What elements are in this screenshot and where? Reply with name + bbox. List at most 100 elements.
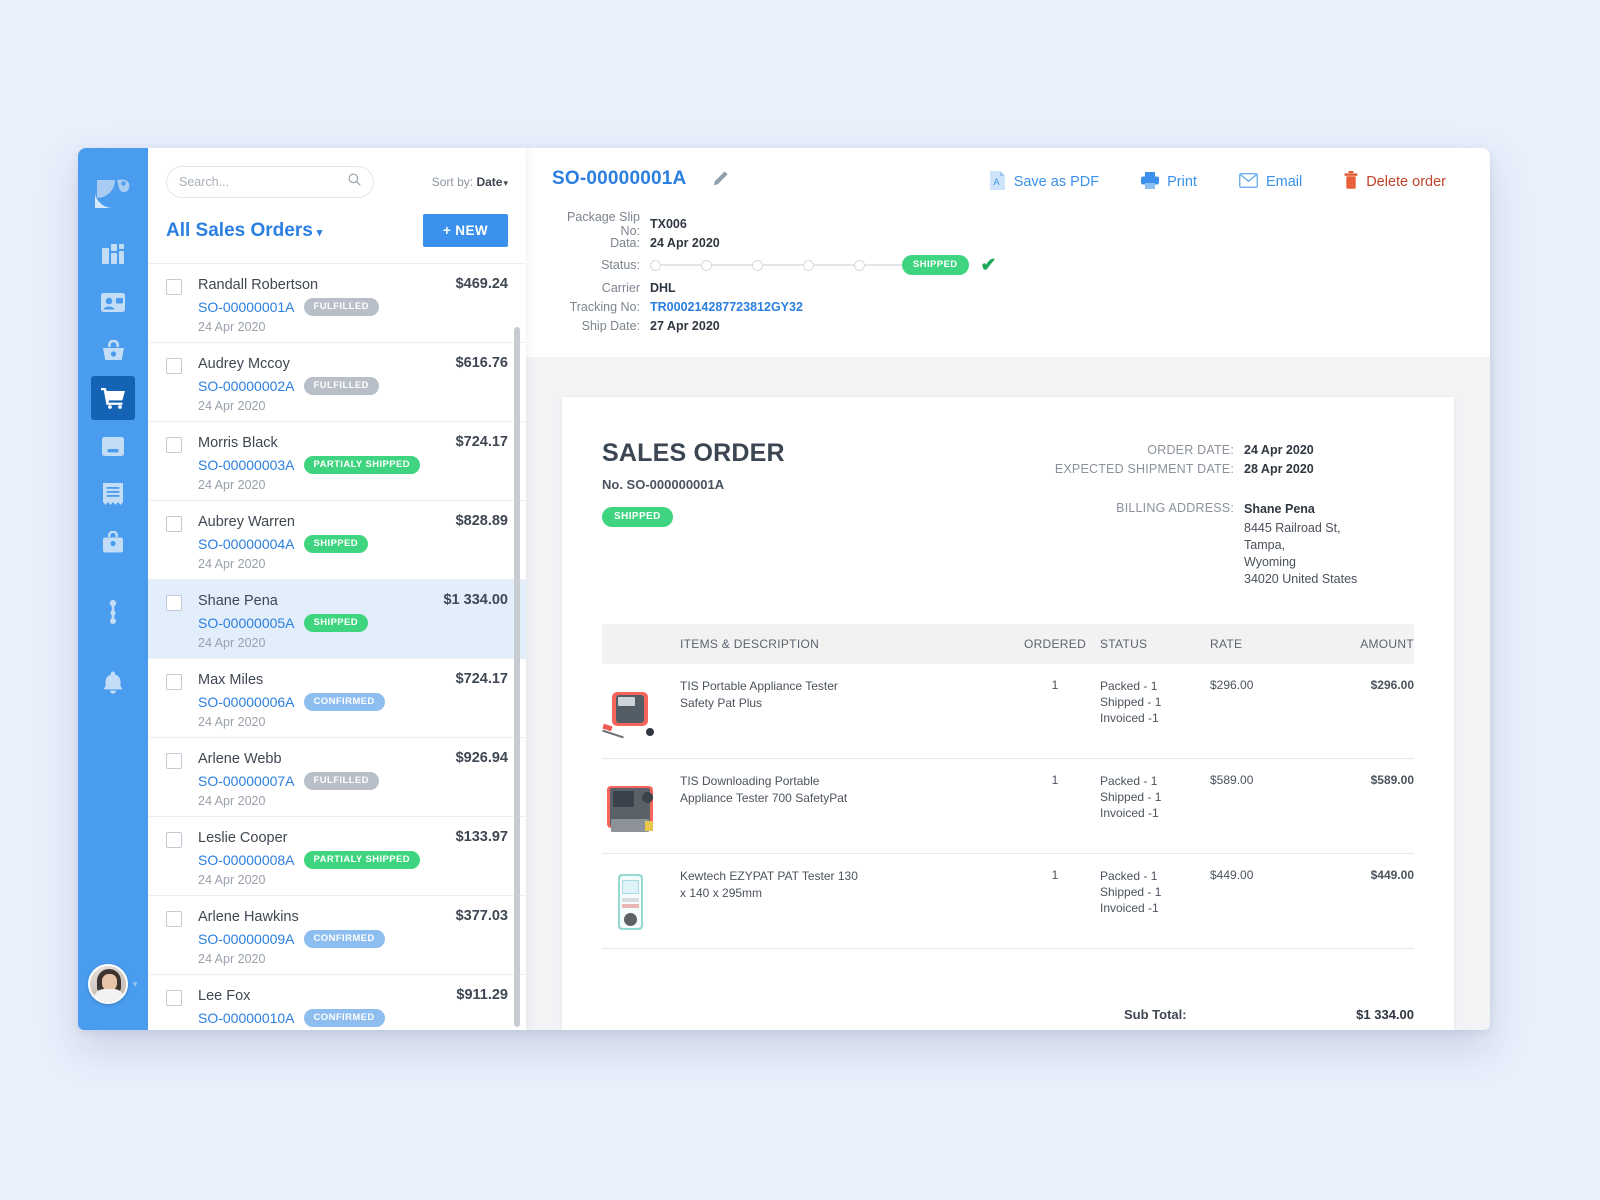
order-number-link[interactable]: SO-00000008A [198,852,295,868]
avatar[interactable] [88,964,128,1004]
leaf-logo-icon[interactable] [78,162,148,224]
orders-filter-dropdown[interactable]: All Sales Orders ▾ [166,220,322,242]
orders-list[interactable]: Randall Robertson SO-00000001A FULFILLED 24… [148,263,526,1030]
sidebar-item-shipments[interactable] [78,518,148,566]
order-number-link[interactable]: SO-00000010A [198,1010,295,1026]
billing-address-line: 34020 United States [1244,572,1358,586]
order-list-item[interactable]: Arlene Hawkins SO-00000009A CONFIRMED 24 Ap… [148,896,526,975]
totals-block: Sub Total: $1 334.00 Discount: 0 Total $… [602,1001,1414,1030]
order-status-badge: PARTIALY SHIPPED [303,851,421,869]
order-checkbox[interactable] [166,437,182,453]
item-status: Packed - 1 Shipped - 1 Invoiced -1 [1100,664,1210,759]
print-button[interactable]: Print [1141,171,1197,193]
order-number-link[interactable]: SO-00000003A [198,457,295,473]
order-number-link[interactable]: SO-00000007A [198,773,295,789]
expected-shipment-value: 28 Apr 2020 [1244,462,1314,476]
order-list-item[interactable]: Audrey Mccoy SO-00000002A FULFILLED 24 Apr … [148,343,526,422]
order-status-badge: CONFIRMED [303,1009,385,1027]
sidebar-item-dashboard[interactable] [78,230,148,278]
order-checkbox[interactable] [166,990,182,1006]
order-list-item[interactable]: Arlene Webb SO-00000007A FULFILLED 24 Apr 2… [148,738,526,817]
save-as-pdf-button[interactable]: A Save as PDF [989,170,1100,194]
meta-label: Tracking No: [569,299,640,314]
order-date: 24 Apr 2020 [198,715,266,729]
chevron-down-icon[interactable]: ▾ [133,979,138,990]
sidebar: ▾ [78,148,148,1030]
receipt-icon [103,483,123,505]
sidebar-item-purchases[interactable] [78,326,148,374]
sidebar-item-notifications[interactable] [78,658,148,706]
order-list-item[interactable]: Max Miles SO-00000006A CONFIRMED 24 Apr 202… [148,659,526,738]
item-rate: $296.00 [1210,664,1305,759]
timeline-dot[interactable] [752,259,763,271]
document-title: SALES ORDER [602,439,785,467]
subtotal-value: $1 334.00 [1356,1007,1414,1022]
search-input[interactable] [179,175,348,189]
order-customer-name: Max Miles [198,672,264,688]
order-checkbox[interactable] [166,832,182,848]
sidebar-item-integrations[interactable] [78,588,148,636]
save-as-pdf-button-label: Save as PDF [1013,174,1100,190]
timeline-dot[interactable] [854,259,865,271]
meta-value[interactable]: TR000214287723812GY32 [650,300,803,314]
order-number-link[interactable]: SO-00000005A [198,615,295,631]
meta-row: Ship Date: 27 Apr 2020 [552,316,1446,335]
order-checkbox[interactable] [166,279,182,295]
order-list-item[interactable]: Aubrey Warren SO-00000004A SHIPPED 24 Apr 2… [148,501,526,580]
sidebar-item-contacts[interactable] [78,278,148,326]
timeline-dot[interactable] [650,259,661,271]
document-status-badge: SHIPPED [602,507,673,527]
order-checkbox[interactable] [166,358,182,374]
order-list-item[interactable]: Morris Black SO-00000003A PARTIALY SHIPPED… [148,422,526,501]
chevron-down-icon[interactable]: ▾ [503,178,508,188]
contacts-icon [101,292,125,312]
item-status-line: Packed - 1 [1100,679,1158,693]
pdf-icon: A [989,170,1006,194]
order-number-link[interactable]: SO-00000001A [198,299,295,315]
order-number-link[interactable]: SO-00000004A [198,536,295,552]
order-amount: $828.89 [455,513,508,529]
sidebar-item-invoices[interactable] [78,470,148,518]
orders-list-scrollbar[interactable] [514,327,520,1027]
item-status-line: Invoiced -1 [1100,806,1159,820]
order-date: 24 Apr 2020 [198,399,266,413]
order-date: 24 Apr 2020 [198,557,266,571]
order-amount: $911.29 [456,987,508,1003]
order-date: 24 Apr 2020 [198,478,266,492]
order-number-link[interactable]: SO-00000002A [198,378,295,394]
order-checkbox[interactable] [166,753,182,769]
order-checkbox[interactable] [166,595,182,611]
order-number-link[interactable]: SO-00000009A [198,931,295,947]
search-box[interactable] [166,166,374,198]
search-icon[interactable] [348,173,361,191]
user-menu[interactable]: ▾ [88,964,138,1004]
order-list-item[interactable]: Randall Robertson SO-00000001A FULFILLED 24… [148,264,526,343]
order-number-link[interactable]: SO-00000006A [198,694,295,710]
billing-address-label: BILLING ADDRESS: [1116,501,1234,515]
sidebar-item-sales-orders[interactable] [78,374,148,422]
timeline-segment [763,264,803,266]
order-list-item[interactable]: Lee FoxSO-00000010ACONFIRMED24 Apr 2020$… [148,975,526,1030]
order-list-item[interactable]: Leslie Cooper SO-00000008A PARTIALY SHIPPE… [148,817,526,896]
sidebar-item-inventory[interactable] [78,422,148,470]
order-checkbox[interactable] [166,516,182,532]
subtotal-label: Sub Total: [1124,1007,1187,1022]
sort-by-control[interactable]: Sort by: Date▾ [432,175,508,189]
timeline-segment [661,264,701,266]
new-order-button[interactable]: + NEW [422,214,508,247]
item-description-line1: Kewtech EZYPAT PAT Tester 130 [680,869,858,883]
timeline-dot[interactable] [803,259,814,271]
item-ordered: 1 [1010,853,1100,949]
order-list-item[interactable]: Shane Pena SO-00000005A SHIPPED 24 Apr 2020… [148,580,526,659]
pencil-icon[interactable] [710,170,729,194]
delete-order-button[interactable]: Delete order [1344,171,1446,193]
chevron-down-icon[interactable]: ▾ [317,227,323,239]
timeline-dot[interactable] [701,259,712,271]
print-icon [1141,171,1160,193]
order-checkbox[interactable] [166,911,182,927]
email-button[interactable]: Email [1238,172,1302,192]
document-scroll-area[interactable]: SALES ORDER No. SO-000000001A SHIPPED OR… [526,379,1490,1030]
item-amount: $589.00 [1305,758,1414,854]
order-amount: $1 334.00 [443,592,508,608]
order-checkbox[interactable] [166,674,182,690]
